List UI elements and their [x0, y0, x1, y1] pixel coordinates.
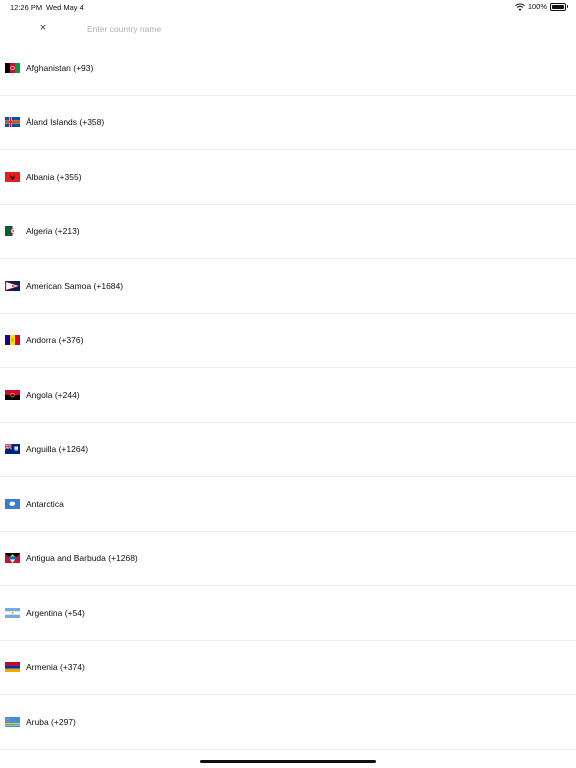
- country-label: Aruba (+297): [26, 716, 76, 727]
- albania-flag-icon: [5, 171, 20, 182]
- close-icon: ×: [39, 22, 47, 34]
- close-button[interactable]: ×: [34, 20, 52, 36]
- status-indicators: 100%: [514, 2, 568, 11]
- country-row[interactable]: Andorra (+376): [0, 314, 576, 368]
- country-row[interactable]: Anguilla (+1264): [0, 423, 576, 477]
- country-label: Antigua and Barbuda (+1268): [26, 553, 138, 564]
- armenia-flag-icon: [5, 662, 20, 673]
- country-label: Antarctica: [26, 498, 64, 509]
- country-label: Armenia (+374): [26, 662, 85, 673]
- american-samoa-flag-icon: [5, 280, 20, 291]
- antigua-and-barbuda-flag-icon: [5, 553, 20, 564]
- country-row[interactable]: Argentina (+54): [0, 586, 576, 641]
- battery-fill: [552, 4, 564, 9]
- country-label: Albania (+355): [26, 171, 82, 182]
- angola-flag-icon: [5, 389, 20, 400]
- status-time: 12:26 PM: [10, 3, 43, 12]
- country-label: Angola (+244): [26, 389, 80, 400]
- country-row[interactable]: Algeria (+213): [0, 205, 576, 259]
- country-label: American Samoa (+1684): [26, 280, 124, 291]
- algeria-flag-icon: [5, 226, 20, 237]
- country-search-input[interactable]: [85, 19, 389, 39]
- country-label: Algeria (+213): [26, 226, 80, 237]
- country-row[interactable]: Åland Islands (+358): [0, 96, 576, 150]
- status-date: Wed May 4: [46, 3, 84, 12]
- country-label: Andorra (+376): [26, 335, 84, 346]
- andorra-flag-icon: [5, 335, 20, 346]
- home-indicator[interactable]: [200, 760, 376, 763]
- battery-percent: 100%: [527, 2, 547, 11]
- country-row[interactable]: Angola (+244): [0, 368, 576, 423]
- country-row[interactable]: Albania (+355): [0, 150, 576, 205]
- country-label: Argentina (+54): [26, 607, 85, 618]
- anguilla-flag-icon: [5, 444, 20, 455]
- aland-islands-flag-icon: [5, 117, 20, 128]
- country-row[interactable]: Antarctica: [0, 477, 576, 532]
- argentina-flag-icon: [5, 607, 20, 618]
- country-label: Åland Islands (+358): [26, 117, 105, 128]
- country-row[interactable]: Aruba (+297): [0, 695, 576, 750]
- battery-icon: [550, 2, 568, 11]
- search-bar: ×: [0, 14, 576, 42]
- country-row[interactable]: American Samoa (+1684): [0, 259, 576, 314]
- country-list: Afghanistan (+93) Åland Islands (+358) Alb…: [0, 41, 576, 750]
- antarctica-flag-icon: [5, 498, 20, 509]
- wifi-icon: [514, 3, 525, 11]
- country-row[interactable]: Antigua and Barbuda (+1268): [0, 532, 576, 586]
- aruba-flag-icon: [5, 716, 20, 727]
- country-row[interactable]: Armenia (+374): [0, 641, 576, 695]
- country-label: Anguilla (+1264): [26, 444, 89, 455]
- country-row[interactable]: Afghanistan (+93): [0, 41, 576, 96]
- afghanistan-flag-icon: [5, 62, 20, 73]
- country-label: Afghanistan (+93): [26, 62, 94, 73]
- status-bar: 12:26 PM Wed May 4 100%: [0, 0, 576, 14]
